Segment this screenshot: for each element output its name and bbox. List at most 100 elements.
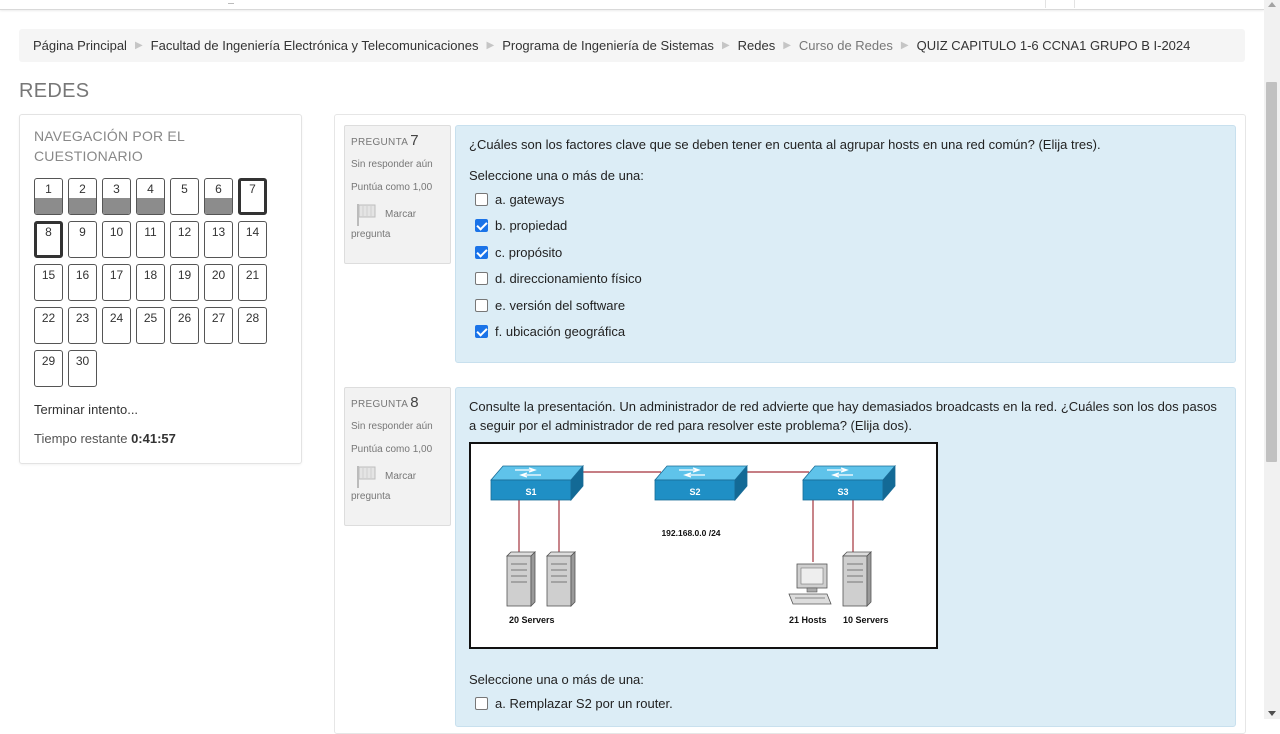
- quiz-nav-question-number: 8: [45, 225, 52, 239]
- answer-option[interactable]: c. propósito: [469, 239, 1222, 266]
- question-number: PREGUNTA 7: [351, 132, 444, 149]
- server-icon: [842, 551, 872, 607]
- page-title: REDES: [19, 80, 90, 102]
- quiz-nav-question-button[interactable]: 18: [136, 264, 165, 301]
- breadcrumb: Página Principal ▶ Facultad de Ingeniería …: [19, 29, 1245, 62]
- question-grade: Puntúa como 1,00: [351, 444, 433, 455]
- flag-question-button[interactable]: Marcar pregunta: [351, 463, 444, 507]
- quiz-nav-question-number: 11: [144, 225, 157, 239]
- quiz-nav-question-button[interactable]: 24: [102, 307, 131, 344]
- quiz-nav-question-button[interactable]: 23: [68, 307, 97, 344]
- quiz-nav-question-button[interactable]: 8: [34, 221, 63, 258]
- quiz-nav-question-button[interactable]: 1: [34, 178, 63, 215]
- quiz-nav-question-button[interactable]: 28: [238, 307, 267, 344]
- scroll-up-icon[interactable]: [1268, 2, 1276, 7]
- answer-options: a. Remplazar S2 por un router.: [469, 690, 1222, 717]
- quiz-nav-question-button[interactable]: 22: [34, 307, 63, 344]
- quiz-nav-question-number: 4: [147, 182, 154, 196]
- breadcrumb-link[interactable]: Facultad de Ingeniería Electrónica y Tel…: [151, 38, 479, 53]
- quiz-nav-question-button[interactable]: 16: [68, 264, 97, 301]
- quiz-nav-question-button[interactable]: 17: [102, 264, 131, 301]
- quiz-nav-question-button[interactable]: 20: [204, 264, 233, 301]
- quiz-nav-question-button[interactable]: 6: [204, 178, 233, 215]
- answer-option-label: b. propiedad: [495, 218, 568, 234]
- answer-prompt: Seleccione una o más de una:: [469, 672, 644, 687]
- flag-question-button[interactable]: Marcar pregunta: [351, 201, 444, 245]
- finish-attempt-link[interactable]: Terminar intento...: [34, 402, 287, 417]
- question-7-formulation: ¿Cuáles son los factores clave que se de…: [455, 125, 1236, 363]
- answer-checkbox[interactable]: [475, 192, 488, 206]
- quiz-nav-question-button[interactable]: 10: [102, 221, 131, 258]
- quiz-nav-question-button[interactable]: 7: [238, 178, 267, 215]
- answer-option[interactable]: f. ubicación geográfica: [469, 319, 1222, 346]
- header-logo-fragment: [1045, 0, 1075, 8]
- quiz-nav-question-number: 7: [249, 182, 256, 196]
- quiz-nav-question-button[interactable]: 27: [204, 307, 233, 344]
- quiz-nav-question-number: 26: [177, 311, 192, 325]
- quiz-navigation-title: NAVEGACIÓN POR EL CUESTIONARIO: [34, 128, 185, 164]
- answer-checkbox[interactable]: [475, 245, 488, 259]
- quiz-nav-question-number: 15: [41, 268, 56, 282]
- quiz-nav-question-button[interactable]: 3: [102, 178, 131, 215]
- breadcrumb-link[interactable]: Página Principal: [33, 38, 127, 53]
- answer-option[interactable]: b. propiedad: [469, 213, 1222, 240]
- breadcrumb-link[interactable]: Redes: [738, 38, 776, 53]
- quiz-nav-question-number: 3: [113, 182, 120, 196]
- switch-s2-label: S2: [689, 487, 700, 497]
- question-label: PREGUNTA: [351, 137, 409, 148]
- quiz-nav-question-number: 9: [79, 225, 86, 239]
- breadcrumb-separator-icon: ▶: [134, 40, 143, 51]
- quiz-nav-question-button[interactable]: 21: [238, 264, 267, 301]
- answer-option[interactable]: a. gateways: [469, 186, 1222, 213]
- breadcrumb-link[interactable]: QUIZ CAPITULO 1-6 CCNA1 GRUPO B I-2024: [917, 38, 1191, 53]
- answer-checkbox[interactable]: [475, 298, 488, 312]
- quiz-main-region: PREGUNTA 7 Sin responder aún Puntúa como …: [334, 114, 1246, 734]
- quiz-nav-question-button[interactable]: 14: [238, 221, 267, 258]
- answer-option[interactable]: d. direccionamiento físico: [469, 266, 1222, 293]
- answer-checkbox[interactable]: [475, 272, 488, 286]
- question-text: ¿Cuáles son los factores clave que se de…: [469, 137, 1101, 152]
- quiz-nav-question-button[interactable]: 26: [170, 307, 199, 344]
- quiz-nav-question-button[interactable]: 12: [170, 221, 199, 258]
- scrollbar-thumb[interactable]: [1266, 82, 1277, 462]
- quiz-nav-question-button[interactable]: 13: [204, 221, 233, 258]
- quiz-navigation-block: NAVEGACIÓN POR EL CUESTIONARIO 123456789…: [19, 114, 302, 464]
- quiz-nav-question-button[interactable]: 19: [170, 264, 199, 301]
- answer-checkbox[interactable]: [475, 696, 488, 710]
- quiz-nav-question-button[interactable]: 25: [136, 307, 165, 344]
- switch-s3-label: S3: [837, 487, 848, 497]
- quiz-nav-question-button[interactable]: 11: [136, 221, 165, 258]
- quiz-nav-question-button[interactable]: 30: [68, 350, 97, 387]
- host-pc-icon: [788, 563, 832, 605]
- quiz-nav-question-number: 2: [79, 182, 86, 196]
- time-remaining-value: 0:41:57: [131, 431, 176, 446]
- answer-option-label: d. direccionamiento físico: [495, 271, 642, 287]
- question-8-formulation: Consulte la presentación. Un administrad…: [455, 387, 1236, 727]
- question-number-value: 7: [410, 132, 419, 149]
- quiz-nav-question-button[interactable]: 29: [34, 350, 63, 387]
- quiz-nav-question-number: 30: [75, 354, 90, 368]
- network-address-label: 192.168.0.0 /24: [661, 528, 720, 538]
- breadcrumb-link[interactable]: Curso de Redes: [799, 38, 893, 53]
- header-decoration: [228, 0, 234, 4]
- answer-option[interactable]: a. Remplazar S2 por un router.: [469, 690, 1222, 717]
- flag-label: Marcar: [385, 471, 417, 482]
- quiz-nav-question-button[interactable]: 5: [170, 178, 199, 215]
- scroll-down-icon[interactable]: [1268, 711, 1276, 716]
- quiz-nav-question-number: 6: [215, 182, 222, 196]
- quiz-nav-question-button[interactable]: 15: [34, 264, 63, 301]
- answer-checkbox[interactable]: [475, 219, 488, 233]
- quiz-nav-question-button[interactable]: 9: [68, 221, 97, 258]
- switch-s1-label: S1: [525, 487, 536, 497]
- question-text: Consulte la presentación. Un administrad…: [469, 399, 1217, 433]
- quiz-nav-question-button[interactable]: 4: [136, 178, 165, 215]
- quiz-nav-question-button[interactable]: 2: [68, 178, 97, 215]
- breadcrumb-link[interactable]: Programa de Ingeniería de Sistemas: [502, 38, 714, 53]
- breadcrumb-separator-icon: ▶: [900, 40, 909, 51]
- answer-option[interactable]: e. versión del software: [469, 292, 1222, 319]
- answer-option-label: a. Remplazar S2 por un router.: [495, 695, 673, 711]
- answer-checkbox[interactable]: [475, 325, 488, 339]
- page-scrollbar[interactable]: [1264, 0, 1280, 719]
- flag-label-2: pregunta: [351, 229, 391, 240]
- time-remaining-label: Tiempo restante: [34, 431, 128, 446]
